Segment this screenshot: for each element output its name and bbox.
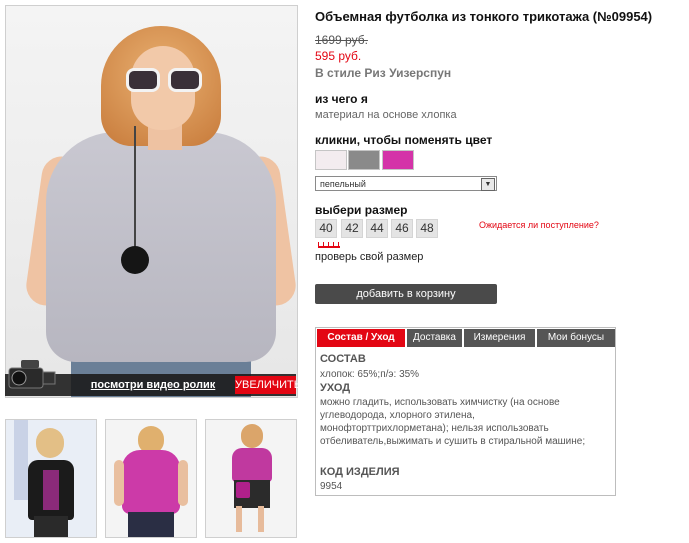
thumbnail-fuchsia-front[interactable] [205, 419, 297, 538]
restock-inquiry-link[interactable]: Ожидается ли поступление? [479, 220, 599, 230]
enlarge-button[interactable]: УВЕЛИЧИТЬ [235, 376, 301, 394]
care-heading: УХОД [320, 382, 351, 394]
chevron-down-icon[interactable]: ▼ [481, 178, 495, 191]
color-swatch-fuchsia[interactable] [382, 150, 414, 170]
code-heading: КОД ИЗДЕЛИЯ [320, 466, 400, 478]
sunglasses [126, 68, 202, 92]
new-price: 595 руб. [315, 49, 362, 63]
composition-heading: СОСТАВ [320, 353, 366, 365]
check-size-link[interactable]: проверь свой размер [315, 251, 423, 263]
size-option-44[interactable]: 44 [366, 219, 388, 238]
tab-delivery[interactable]: Доставка [407, 329, 462, 347]
size-heading: выбери размер [315, 203, 408, 217]
color-heading: кликни, чтобы поменять цвет [315, 133, 493, 147]
style-subtitle: В стиле Риз Уизерспун [315, 66, 452, 80]
necklace-cord [134, 126, 136, 248]
size-option-48[interactable]: 48 [416, 219, 438, 238]
tab-my-bonuses[interactable]: Мои бонусы [537, 329, 615, 347]
watch-video-link[interactable]: посмотри видео ролик [73, 376, 233, 394]
tab-measurements[interactable]: Измерения [464, 329, 535, 347]
size-option-42[interactable]: 42 [341, 219, 363, 238]
model-shirt [46, 132, 276, 362]
material-heading: из чего я [315, 92, 368, 106]
color-select-value: пепельный [320, 179, 366, 189]
old-price: 1699 руб. [315, 33, 368, 47]
color-select[interactable]: пепельный ▼ [315, 176, 497, 191]
product-title: Объемная футболка из тонкого трикотажа (… [315, 9, 653, 24]
tab-composition-care[interactable]: Состав / Уход [317, 329, 405, 347]
add-to-cart-button[interactable]: добавить в корзину [315, 284, 497, 304]
color-swatch-white[interactable] [315, 150, 347, 170]
main-product-photo[interactable] [5, 5, 298, 398]
thumbnail-fuchsia-back[interactable] [105, 419, 197, 538]
ruler-icon [318, 240, 340, 248]
care-text: можно гладить, использовать химчистку (н… [320, 397, 586, 447]
thumbnail-black-jacket[interactable] [5, 419, 97, 538]
composition-text: хлопок: 65%;п/э: 35% [320, 369, 420, 380]
necklace-pendant [121, 246, 149, 274]
size-option-40[interactable]: 40 [315, 219, 337, 238]
video-camera-icon[interactable] [5, 354, 61, 394]
material-text: материал на основе хлопка [315, 109, 457, 121]
color-swatch-grey[interactable] [348, 150, 380, 170]
code-value: 9954 [320, 481, 343, 492]
size-option-46[interactable]: 46 [391, 219, 413, 238]
